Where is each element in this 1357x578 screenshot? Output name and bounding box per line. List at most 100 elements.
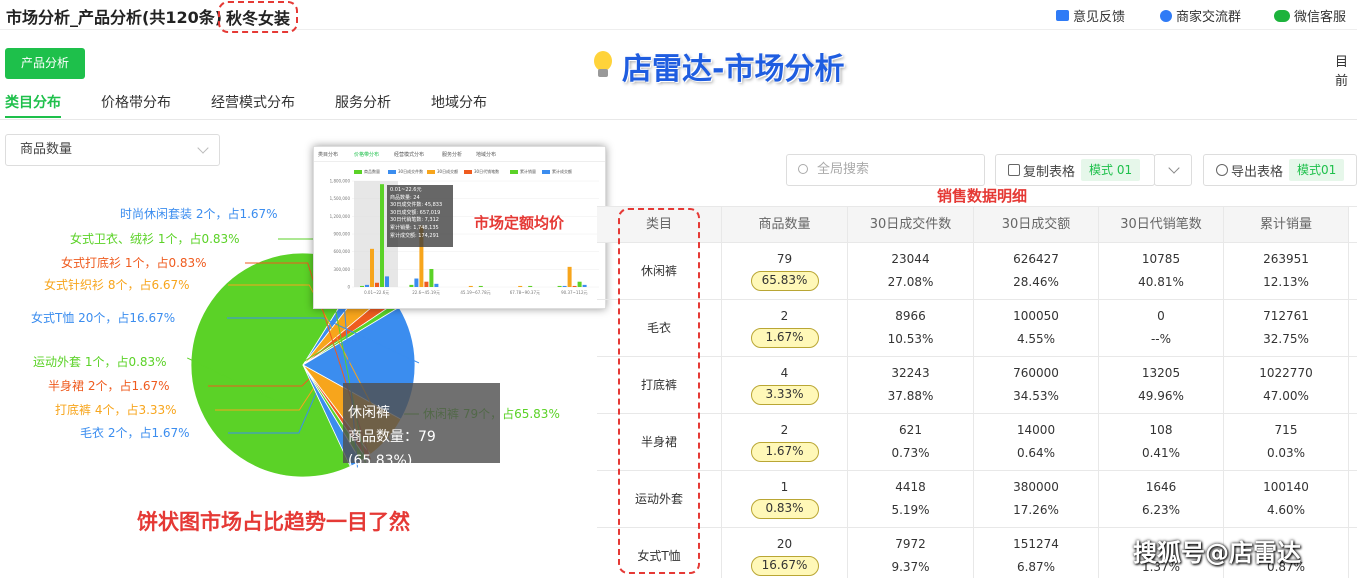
quantity-cell: 2 1.67%: [722, 300, 848, 357]
inset-bar: [414, 278, 419, 287]
brand-banner: 店雷达-市场分析: [592, 44, 844, 88]
pie-label: 女式卫衣、绒衫 1个，占0.83%: [70, 231, 240, 246]
metric-cell: 151274 6.87%: [974, 528, 1099, 578]
column-header[interactable]: 30日成交额: [974, 207, 1099, 242]
inset-bar: [385, 276, 389, 287]
sales-detail-annotation: 销售数据明细: [937, 187, 1028, 205]
season-tag: 秋冬女装: [218, 1, 299, 33]
metric-cell: 0 --%: [1099, 300, 1224, 357]
inset-y-tick: 1,500,000: [330, 196, 351, 201]
pie-label: 时尚休闲套装 2个，占1.67%: [120, 206, 278, 221]
search-icon: [798, 164, 808, 174]
inset-legend-item: 30日成交额: [427, 169, 458, 175]
inset-bar: [424, 281, 429, 287]
table-row: 半身裙 2 1.67% 621 0.73% 14000 0.64% 108 0.…: [597, 413, 1357, 471]
column-header[interactable]: 30日代销笔数: [1099, 207, 1224, 242]
lightbulb-icon: [592, 51, 614, 81]
category-column-highlight: [618, 208, 700, 574]
metric-cell: 7972 9.37%: [848, 528, 974, 578]
inset-bar: [567, 266, 572, 287]
table-row: 打底裤 4 3.33% 32243 37.88% 760000 34.53% 1…: [597, 356, 1357, 414]
inset-bar: [478, 285, 483, 287]
inset-bar: [434, 283, 439, 287]
metric-cell: 380000 17.26%: [974, 471, 1099, 528]
inset-bar: [557, 285, 562, 287]
inset-y-tick: 600,000: [333, 249, 350, 254]
metric-cell: 14000 0.64%: [974, 414, 1099, 471]
inset-tab-business-mode: 经营模式分布: [394, 152, 425, 158]
chevron-down-icon: [197, 142, 209, 154]
column-header[interactable]: 30日成交件数: [848, 207, 974, 242]
page-title: 市场分析_产品分析(共120条): [6, 8, 223, 27]
metric-cell: 23044 27.08%: [848, 243, 974, 300]
inset-x-tick: 67.78~90.37元: [510, 290, 540, 295]
screen: 市场分析_产品分析(共120条) 秋冬女装 意见反馈 商家交流群 微信客服 产品…: [0, 0, 1357, 578]
tab-region[interactable]: 地域分布: [431, 92, 487, 112]
metric-cell: 100140 4.60%: [1224, 471, 1349, 528]
inset-x-tick: 0.01~22.6元: [364, 290, 389, 295]
column-header[interactable]: 商品数量: [722, 207, 848, 242]
quantity-percent-badge: 16.67%: [750, 556, 819, 576]
tab-service[interactable]: 服务分析: [335, 92, 391, 112]
feedback-link[interactable]: 意见反馈: [1056, 6, 1125, 25]
inset-tab-category: 类目分布: [318, 152, 339, 158]
table-row: 毛衣 2 1.67% 8966 10.53% 100050 4.55% 0 --…: [597, 299, 1357, 357]
metric-cell: 760000 34.53%: [974, 357, 1099, 414]
copy-mode-dropdown[interactable]: [1154, 154, 1192, 186]
tab-price-band[interactable]: 价格带分布: [101, 92, 171, 112]
inset-x-tick: 22.6~45.19元: [412, 290, 440, 295]
metric-cell: 263951 12.13%: [1224, 243, 1349, 300]
product-analysis-button[interactable]: 产品分析: [5, 48, 85, 79]
tab-business-mode[interactable]: 经营模式分布: [211, 92, 295, 112]
tab-category[interactable]: 类目分布: [5, 92, 61, 112]
metric-cell: 4418 5.19%: [848, 471, 974, 528]
inset-bar: [380, 184, 384, 287]
table-row: 运动外套 1 0.83% 4418 5.19% 380000 17.26% 16…: [597, 470, 1357, 528]
inset-y-tick: 900,000: [333, 232, 350, 237]
metric-cell: 100050 4.55%: [974, 300, 1099, 357]
metric-select[interactable]: 商品数量: [5, 134, 220, 166]
wechat-service-link[interactable]: 微信客服: [1274, 6, 1346, 25]
inset-legend-item: 商品数量: [354, 169, 380, 175]
tab-bar: 类目分布 价格带分布 经营模式分布 服务分析 地域分布: [0, 90, 1357, 120]
pie-label: 女式T恤 20个，占16.67%: [31, 310, 175, 325]
inset-annotation: 市场定额均价: [474, 214, 565, 232]
export-table-button[interactable]: 导出表格 模式01: [1203, 154, 1357, 186]
pie-label: 运动外套 1个，占0.83%: [33, 354, 167, 369]
active-tab-indicator: [5, 116, 61, 118]
merchant-group-link[interactable]: 商家交流群: [1160, 6, 1241, 25]
watermark: 搜狐号@店雷达: [1133, 539, 1301, 567]
inset-bar: [360, 285, 364, 287]
tooltip-value: 商品数量：79 (65.83%): [348, 429, 436, 469]
inset-bar: [429, 268, 434, 287]
pie-label: 打底裤 4个，占3.33%: [55, 402, 177, 417]
inset-tooltip: 0.01~22.6元 商品数量: 24 30日成交件数: 45,833 30日成交额…: [387, 185, 453, 247]
wechat-icon: [1274, 9, 1290, 22]
inset-tab-price-band: 价格带分布: [354, 152, 380, 158]
inset-legend-item: 30日成交件数: [388, 169, 423, 175]
quantity-percent-badge: 3.33%: [750, 385, 819, 405]
column-header[interactable]: 累计销量: [1224, 207, 1349, 242]
copy-table-button[interactable]: 复制表格 模式 01: [995, 154, 1155, 186]
quantity-percent-badge: 0.83%: [750, 499, 819, 519]
inset-y-tick: 300,000: [333, 267, 350, 272]
brand-title: 店雷达-市场分析: [622, 52, 845, 87]
pie-label: 女式打底衫 1个，占0.83%: [61, 255, 207, 270]
inset-bar: [468, 285, 473, 287]
inset-bar: [528, 285, 533, 287]
inset-bar: [582, 284, 587, 287]
quantity-cell: 79 65.83%: [722, 243, 848, 300]
inset-y-tick: 1,200,000: [330, 214, 351, 219]
metric-cell: 1646 6.23%: [1099, 471, 1224, 528]
inset-bar: [375, 282, 379, 287]
edge-text: 目前: [1335, 55, 1349, 89]
metric-cell: 1022770 47.00%: [1224, 357, 1349, 414]
global-search-input[interactable]: 全局搜索: [786, 154, 985, 186]
inset-bar: [577, 281, 582, 287]
metric-cell: 10785 40.81%: [1099, 243, 1224, 300]
pie-label: 半身裙 2个，占1.67%: [48, 378, 170, 393]
metric-cell: 621 0.73%: [848, 414, 974, 471]
copy-mode-tag: 模式 01: [1081, 159, 1141, 181]
metric-cell: 108 0.41%: [1099, 414, 1224, 471]
metric-cell: 13205 49.96%: [1099, 357, 1224, 414]
